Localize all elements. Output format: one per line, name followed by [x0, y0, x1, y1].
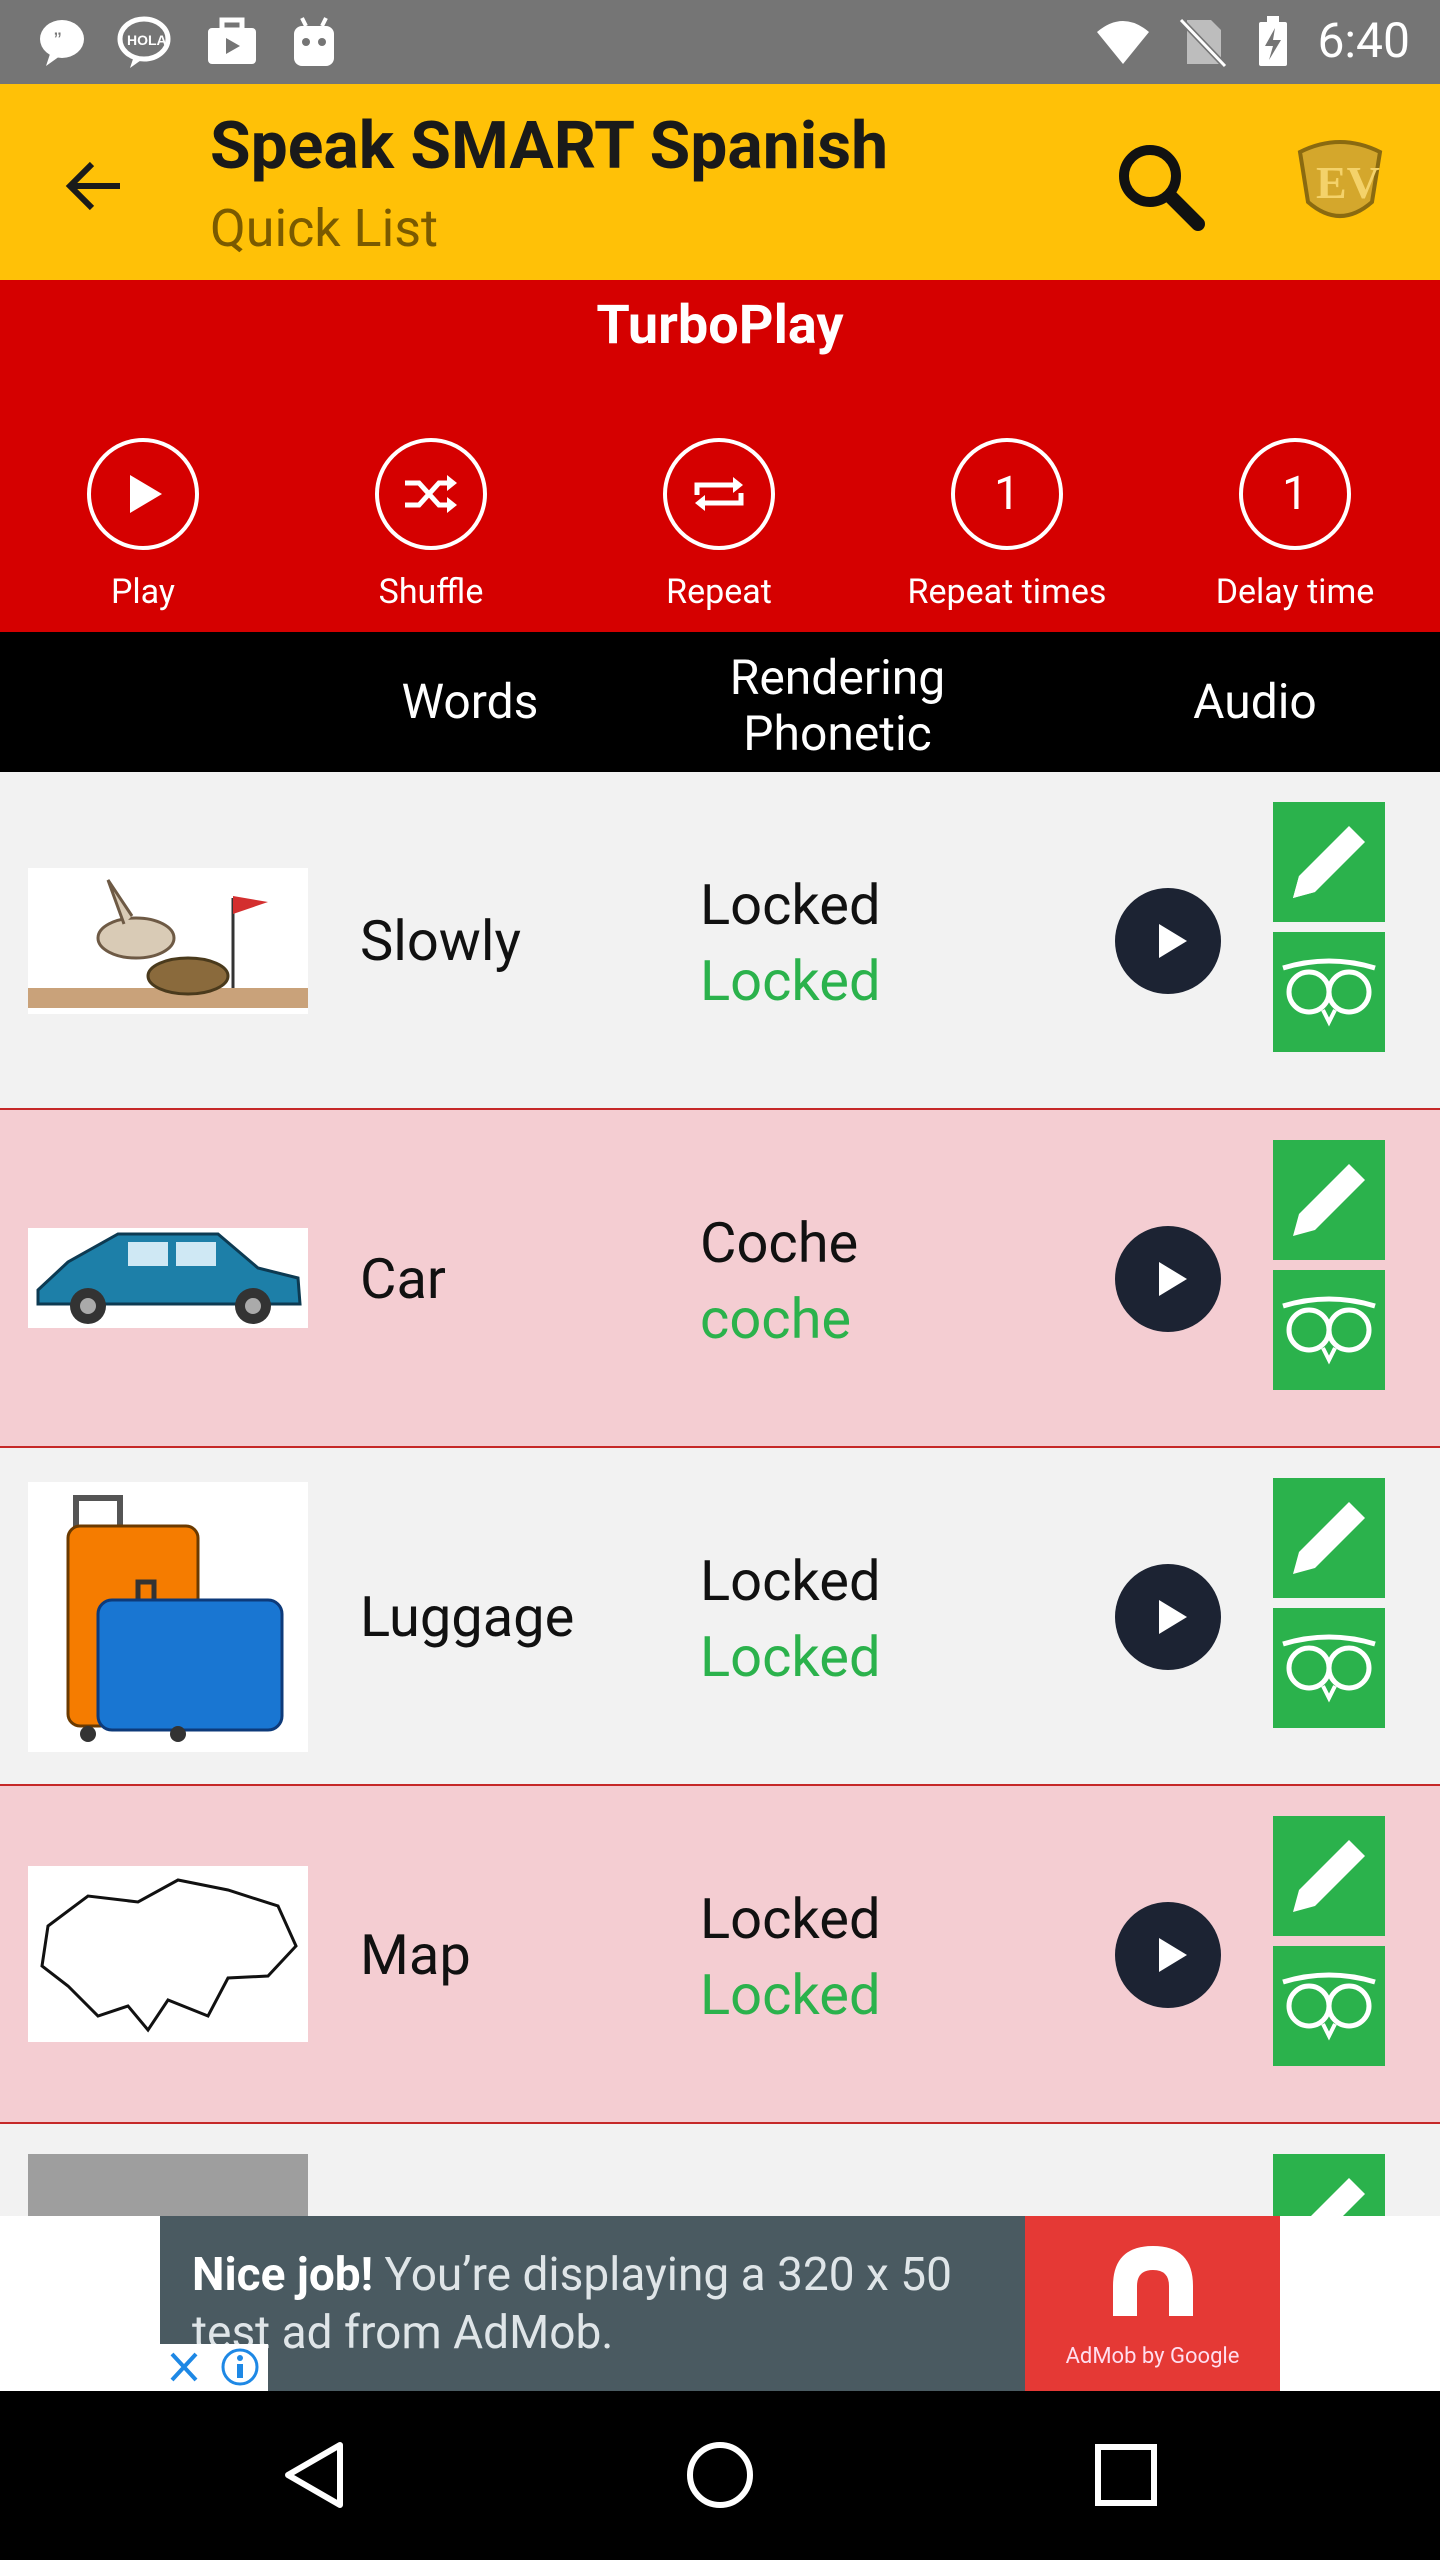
- turbo-delay-time-label: Delay time: [1215, 572, 1375, 612]
- owl-icon: [1282, 1972, 1376, 2041]
- edit-button[interactable]: [1273, 1140, 1385, 1260]
- pencil-icon: [1293, 1164, 1365, 1236]
- status-bar: ” HOLA 6:40: [0, 0, 1440, 84]
- page-subtitle: Quick List: [210, 198, 439, 259]
- svg-text:HOLA: HOLA: [127, 32, 167, 48]
- app-title: Speak SMART Spanish: [210, 108, 889, 185]
- svg-text:”: ”: [54, 28, 61, 53]
- row-phonetic: coche: [700, 1286, 852, 1352]
- navigation-bar: [0, 2391, 1440, 2560]
- svg-text:EV: EV: [1316, 157, 1380, 208]
- pencil-icon: [1293, 1840, 1365, 1912]
- row-play-button[interactable]: [1115, 888, 1221, 994]
- back-arrow-icon[interactable]: [62, 154, 126, 218]
- delay-time-value: 1: [1239, 438, 1351, 550]
- home-nav-icon[interactable]: [684, 2439, 756, 2511]
- turboplay-title: TurboPlay: [596, 294, 844, 357]
- list-item[interactable]: Car Coche coche: [0, 1110, 1440, 1448]
- owl-icon: [1282, 958, 1376, 1027]
- row-word: Map: [360, 1922, 471, 1988]
- row-word: Luggage: [360, 1584, 575, 1650]
- pencil-icon: [1311, 2178, 1365, 2216]
- app-bar: Speak SMART Spanish Quick List EV: [0, 84, 1440, 280]
- list-item[interactable]: Luggage Locked Locked: [0, 1448, 1440, 1786]
- play-icon: [1159, 1262, 1187, 1296]
- owl-icon: [1282, 1296, 1376, 1365]
- row-play-button[interactable]: [1115, 1902, 1221, 2008]
- pencil-icon: [1293, 826, 1365, 898]
- play-icon: [87, 438, 199, 550]
- briefcase-icon: [208, 17, 256, 64]
- row-play-button[interactable]: [1115, 1226, 1221, 1332]
- admob-logo: AdMob by Google: [1025, 2216, 1280, 2391]
- battery-charging-icon: [1259, 16, 1287, 66]
- turbo-shuffle-button[interactable]: Shuffle: [291, 438, 571, 638]
- row-word: Slowly: [360, 908, 521, 974]
- column-words: Words: [401, 673, 539, 730]
- turbo-play-label: Play: [110, 572, 176, 612]
- owl-button[interactable]: [1273, 1608, 1385, 1728]
- play-icon: [1159, 1600, 1187, 1634]
- ad-text-bold: Nice job!: [192, 2248, 374, 2302]
- column-rendering-line1: Rendering: [729, 649, 946, 706]
- row-phonetic: Locked: [700, 948, 881, 1014]
- row-phonetic: Locked: [700, 1962, 881, 2028]
- repeat-times-value: 1: [951, 438, 1063, 550]
- clock: 6:40: [1317, 12, 1410, 69]
- ad-banner[interactable]: Nice job! You’re displaying a 320 x 50 t…: [160, 2216, 1280, 2391]
- shuffle-icon: [375, 438, 487, 550]
- admob-icon: [1113, 2246, 1193, 2316]
- repeat-icon: [663, 438, 775, 550]
- row-rendering: Locked: [700, 1886, 881, 1952]
- pencil-icon: [1293, 1502, 1365, 1574]
- word-image-rabbit-turtle: [28, 868, 308, 1014]
- turbo-delay-time-button[interactable]: 1 Delay time: [1155, 438, 1435, 638]
- edit-button[interactable]: [1273, 802, 1385, 922]
- owl-button[interactable]: [1273, 1946, 1385, 2066]
- owl-button[interactable]: [1273, 1270, 1385, 1390]
- search-icon[interactable]: [1110, 136, 1210, 236]
- list-item[interactable]: Map Locked Locked: [0, 1786, 1440, 2124]
- play-icon: [1159, 1938, 1187, 1972]
- turbo-shuffle-label: Shuffle: [378, 572, 484, 612]
- edit-button[interactable]: [1273, 1816, 1385, 1936]
- owl-button[interactable]: [1273, 932, 1385, 1052]
- column-rendering-line2: Phonetic: [743, 705, 932, 762]
- hola-icon: HOLA: [117, 16, 171, 68]
- turbo-play-button[interactable]: Play: [3, 438, 283, 638]
- wifi-icon: [1097, 21, 1149, 64]
- ev-logo-icon[interactable]: EV: [1290, 132, 1390, 232]
- column-header: Words Rendering Phonetic Audio: [0, 632, 1440, 772]
- word-image-partial: [28, 2154, 308, 2216]
- edit-button[interactable]: [1273, 2154, 1385, 2216]
- word-image-luggage: [28, 1482, 308, 1752]
- admob-brand: AdMob by Google: [1065, 2344, 1240, 2369]
- row-word: Car: [360, 1246, 446, 1312]
- ad-choices[interactable]: [160, 2344, 268, 2391]
- list-item[interactable]: [0, 2124, 1440, 2216]
- edit-button[interactable]: [1273, 1478, 1385, 1598]
- ad-text: Nice job! You’re displaying a 320 x 50 t…: [192, 2246, 1012, 2362]
- row-play-button[interactable]: [1115, 1564, 1221, 1670]
- row-rendering: Locked: [700, 872, 881, 938]
- turboplay-panel: TurboPlay Play Shuffle Repeat 1 Repeat t…: [0, 280, 1440, 632]
- android-icon: [294, 17, 334, 66]
- word-image-map: [28, 1866, 308, 2042]
- owl-icon: [1282, 1634, 1376, 1703]
- no-sim-icon: [1178, 17, 1228, 69]
- turbo-repeat-times-button[interactable]: 1 Repeat times: [867, 438, 1147, 638]
- play-icon: [1159, 924, 1187, 958]
- row-phonetic: Locked: [700, 1624, 881, 1690]
- column-audio: Audio: [1193, 673, 1317, 730]
- word-image-car: [28, 1228, 308, 1328]
- chat-icon: ”: [40, 20, 84, 66]
- turbo-repeat-button[interactable]: Repeat: [579, 438, 859, 638]
- row-rendering: Locked: [700, 1548, 881, 1614]
- row-rendering: Coche: [700, 1210, 859, 1276]
- turbo-repeat-label: Repeat: [666, 572, 772, 612]
- back-nav-icon[interactable]: [280, 2439, 352, 2511]
- turbo-repeat-times-label: Repeat times: [907, 572, 1107, 612]
- list-item[interactable]: Slowly Locked Locked: [0, 772, 1440, 1110]
- recents-nav-icon[interactable]: [1090, 2439, 1162, 2511]
